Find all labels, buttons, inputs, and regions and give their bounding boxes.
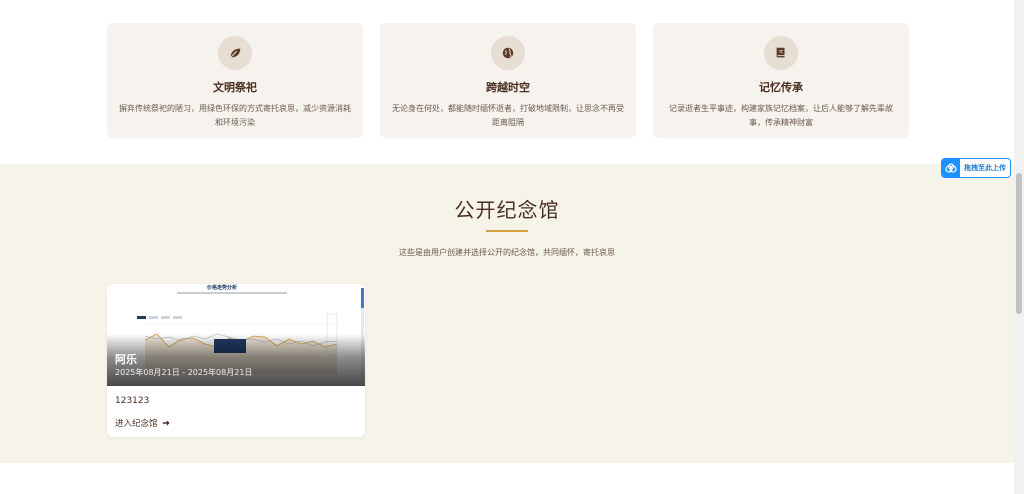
memorial-description: 123123 xyxy=(115,396,150,406)
drag-upload-button[interactable]: 拖拽至此上传 xyxy=(941,158,1011,178)
page-scrollbar[interactable] xyxy=(1014,0,1024,494)
feature-title: 记忆传承 xyxy=(759,81,803,94)
scrollbar-thumb[interactable] xyxy=(1016,173,1022,314)
cover-overlay xyxy=(107,334,365,386)
upload-label: 拖拽至此上传 xyxy=(964,164,1006,172)
features-section: 文明祭祀 摒弃传统祭祀的陋习，用绿色环保的方式寄托哀思，减少资源消耗和环境污染 … xyxy=(0,0,1014,164)
cloud-upload-icon xyxy=(942,159,960,177)
title-underline xyxy=(486,230,528,232)
memorial-card[interactable]: 价格走势分析 阿乐 2025年08月21日 - 2025年08月21日 1231… xyxy=(107,284,365,437)
memorial-cover-image[interactable]: 价格走势分析 阿乐 2025年08月21日 - 2025年08月21日 xyxy=(107,284,365,386)
memorial-name: 阿乐 xyxy=(115,353,137,366)
feature-desc: 记录逝者生平事迹，构建家族记忆档案，让后人能够了解先辈故事，传承精神财富 xyxy=(669,104,893,127)
book-icon xyxy=(764,36,798,70)
feature-title: 跨越时空 xyxy=(486,81,530,94)
feature-desc: 摒弃传统祭祀的陋习，用绿色环保的方式寄托哀思，减少资源消耗和环境污染 xyxy=(119,104,351,127)
memorial-date-range: 2025年08月21日 - 2025年08月21日 xyxy=(115,368,253,377)
feature-card-timespace: 跨越时空 无论身在何处，都能随时缅怀逝者，打破地域限制，让思念不再受距离阻隔 xyxy=(380,23,636,138)
feature-title: 文明祭祀 xyxy=(213,81,257,94)
enter-memorial-label: 进入纪念馆 xyxy=(115,419,158,429)
public-memorials-section: 公开纪念馆 这些是由用户创建并选择公开的纪念馆，共同缅怀，寄托哀思 价格走势分析… xyxy=(0,164,1014,463)
section-title: 公开纪念馆 xyxy=(454,198,560,222)
arrow-right-icon xyxy=(162,420,170,426)
enter-memorial-link[interactable]: 进入纪念馆 xyxy=(115,417,170,429)
bottom-section xyxy=(0,463,1014,494)
globe-icon xyxy=(491,36,525,70)
section-subtitle: 这些是由用户创建并选择公开的纪念馆，共同缅怀，寄托哀思 xyxy=(399,248,615,257)
feature-card-memory: 记忆传承 记录逝者生平事迹，构建家族记忆档案，让后人能够了解先辈故事，传承精神财… xyxy=(653,23,909,138)
feature-card-civilized: 文明祭祀 摒弃传统祭祀的陋习，用绿色环保的方式寄托哀思，减少资源消耗和环境污染 xyxy=(107,23,363,138)
feature-desc: 无论身在何处，都能随时缅怀逝者，打破地域限制，让思念不再受距离阻隔 xyxy=(392,104,624,127)
leaf-icon xyxy=(218,36,252,70)
